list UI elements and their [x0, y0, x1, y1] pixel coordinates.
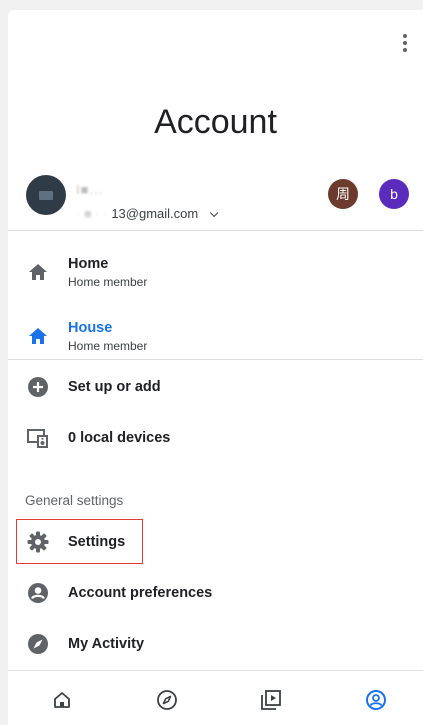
compass-icon	[26, 632, 50, 656]
chevron-down-icon	[209, 208, 219, 218]
email-masked: · ■ · ·	[76, 206, 108, 221]
home-role: Home member	[68, 274, 148, 289]
account-preferences-item[interactable]: Account preferences	[8, 571, 423, 615]
nav-home-icon[interactable]	[49, 687, 75, 713]
selection-highlight	[16, 519, 143, 564]
account-switcher[interactable]: · ■ · · 13@gmail.com	[76, 206, 219, 221]
add-circle-icon	[26, 375, 50, 399]
other-account-avatar[interactable]: b	[379, 179, 409, 209]
account-email: 13@gmail.com	[111, 206, 199, 221]
item-label: Account preferences	[68, 585, 213, 601]
local-devices-item[interactable]: 0 local devices	[8, 416, 423, 460]
set-up-or-add-item[interactable]: Set up or add	[8, 365, 423, 409]
home-label: House	[68, 319, 113, 336]
my-activity-item[interactable]: My Activity	[8, 622, 423, 666]
nav-explore-icon[interactable]	[154, 687, 180, 713]
account-panel: Account I■... · ■ · · 13@gmail.com 周 b H…	[8, 10, 423, 725]
section-heading: General settings	[25, 493, 124, 508]
item-label: 0 local devices	[68, 430, 171, 446]
item-label: My Activity	[68, 636, 145, 652]
page-title: Account	[154, 103, 277, 141]
other-account-avatar[interactable]: 周	[328, 179, 358, 209]
home-icon	[26, 324, 50, 348]
home-label: Home	[68, 255, 109, 272]
local-devices-icon	[26, 426, 50, 450]
nav-media-icon[interactable]	[258, 687, 284, 713]
nav-account-icon[interactable]	[363, 687, 389, 713]
bottom-navigation	[8, 670, 423, 725]
divider	[8, 359, 423, 360]
home-role: Home member	[68, 338, 148, 353]
divider	[8, 230, 423, 231]
home-item-home[interactable]: Home Home member	[8, 242, 423, 302]
account-avatar[interactable]	[26, 175, 66, 215]
account-circle-icon	[26, 581, 50, 605]
item-label: Set up or add	[68, 379, 161, 395]
account-name: I■...	[76, 182, 104, 197]
more-vert-icon[interactable]	[397, 32, 413, 54]
home-item-house[interactable]: House Home member	[8, 306, 423, 366]
home-icon	[26, 260, 50, 284]
